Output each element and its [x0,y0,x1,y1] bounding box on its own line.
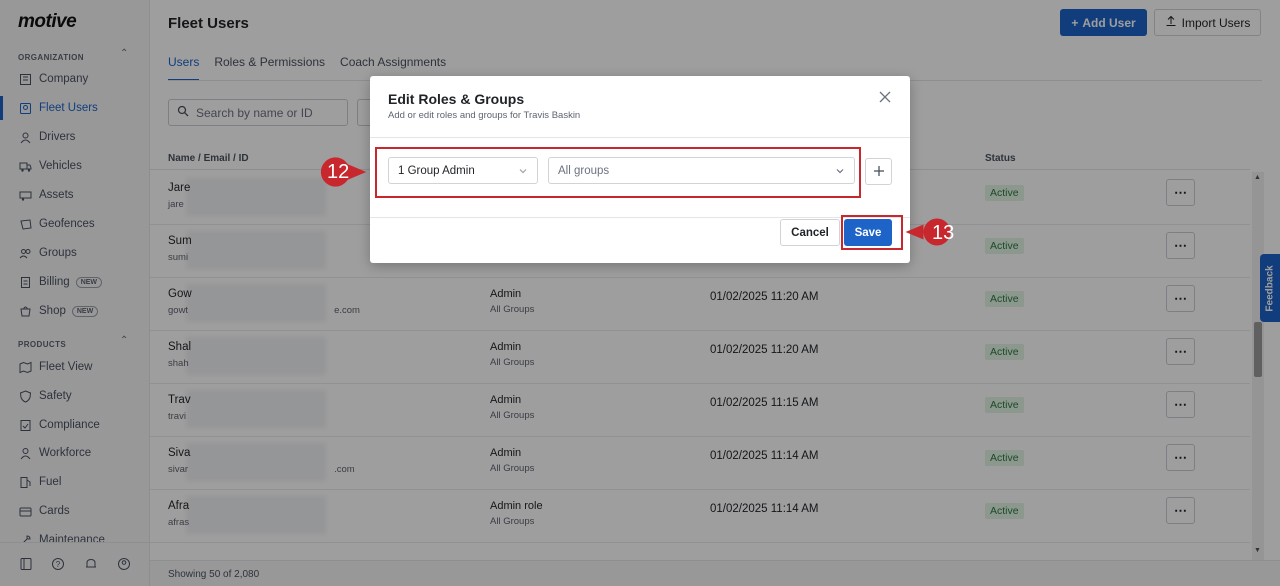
plus-icon [873,161,885,182]
step-13-highlight [841,215,903,250]
step-13-number: 13 [932,222,955,244]
modal-subtitle: Add or edit roles and groups for Travis … [388,110,581,121]
step-12-highlight [375,147,861,198]
step-12-number: 12 [327,161,350,183]
cancel-button[interactable]: Cancel [780,219,840,246]
modal-divider [370,217,910,218]
close-icon[interactable] [877,89,893,105]
modal-title: Edit Roles & Groups [388,91,525,107]
add-role-row-button[interactable] [865,158,892,185]
modal-divider [370,137,910,138]
